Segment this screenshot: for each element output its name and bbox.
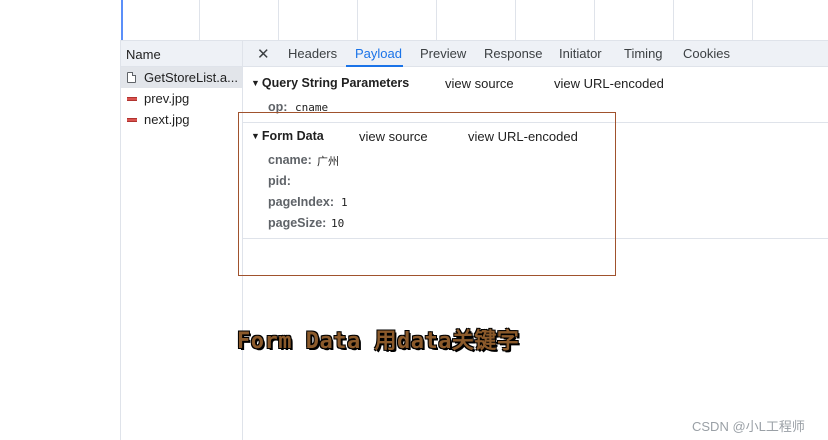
request-label: next.jpg — [144, 112, 190, 127]
form-data-highlight-box — [238, 112, 616, 276]
timeline-gridline — [673, 0, 674, 40]
timeline-gridline — [436, 0, 437, 40]
image-icon — [127, 117, 137, 122]
timeline-gridline — [594, 0, 595, 40]
request-list: GetStoreList.a... prev.jpg next.jpg — [121, 67, 242, 130]
query-view-source-link[interactable]: view source — [445, 76, 514, 91]
timeline-gridline — [199, 0, 200, 40]
tab-cookies[interactable]: Cookies — [683, 46, 730, 61]
tab-payload[interactable]: Payload — [355, 46, 402, 61]
query-view-url-encoded-link[interactable]: view URL-encoded — [554, 76, 664, 91]
tab-timing[interactable]: Timing — [624, 46, 663, 61]
active-tab-indicator — [346, 65, 403, 67]
tab-preview[interactable]: Preview — [420, 46, 466, 61]
request-label: prev.jpg — [144, 91, 190, 106]
request-item-getstorelist[interactable]: GetStoreList.a... — [121, 67, 242, 88]
tab-response[interactable]: Response — [484, 46, 543, 61]
detail-tabbar: ✕ Headers Payload Preview Response Initi… — [243, 40, 828, 67]
tab-initiator[interactable]: Initiator — [559, 46, 602, 61]
request-item-prev-jpg[interactable]: prev.jpg — [121, 88, 242, 109]
name-column-header[interactable]: Name — [121, 40, 242, 67]
request-item-next-jpg[interactable]: next.jpg — [121, 109, 242, 130]
annotation-text: Form Data 用data关键字 — [237, 329, 520, 354]
timeline-gridline — [752, 0, 753, 40]
caret-down-icon: ▼ — [251, 78, 260, 88]
tab-headers[interactable]: Headers — [288, 46, 337, 61]
timeline-gridline — [357, 0, 358, 40]
document-icon — [127, 72, 136, 83]
timeline-gridline — [515, 0, 516, 40]
watermark: CSDN @小L工程师 — [692, 419, 805, 434]
close-icon[interactable]: ✕ — [257, 45, 270, 63]
network-timeline[interactable] — [0, 0, 828, 40]
timeline-marker — [121, 0, 123, 40]
image-icon — [127, 96, 137, 101]
timeline-gridline — [278, 0, 279, 40]
request-label: GetStoreList.a... — [144, 70, 238, 85]
section-title: Query String Parameters — [261, 76, 410, 90]
query-string-section-toggle[interactable]: ▼ Query String Parameters — [251, 76, 409, 90]
